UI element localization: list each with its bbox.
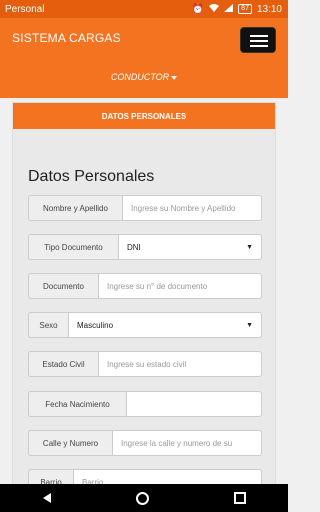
estado-civil-row: Estado Civil Ingrese su estado civil xyxy=(28,351,262,377)
tipo-documento-select[interactable]: DNI ▼ xyxy=(118,234,262,260)
user-role-label: CONDUCTOR xyxy=(110,72,170,82)
carrier-name: Personal xyxy=(5,3,45,15)
dropdown-arrow-icon: ▼ xyxy=(246,243,253,251)
fecha-nacimiento-label: Fecha Nacimiento xyxy=(28,391,126,417)
section-title: Datos Personales xyxy=(28,168,155,185)
signal-icon xyxy=(224,3,234,15)
panel-heading: DATOS PERSONALES xyxy=(13,103,275,129)
system-nav-bar xyxy=(0,484,288,512)
personal-data-panel: DATOS PERSONALES Datos Personales Nombre… xyxy=(12,102,276,502)
brand-title[interactable]: SISTEMA CARGAS xyxy=(12,31,121,45)
sexo-value: Masculino xyxy=(77,320,114,330)
calle-row: Calle y Numero Ingrese la calle y numero… xyxy=(28,430,262,456)
hamburger-line xyxy=(250,45,268,47)
tipo-documento-label: Tipo Documento xyxy=(28,234,118,260)
hamburger-line xyxy=(250,40,268,42)
nombre-row: Nombre y Apellido Ingrese su Nombre y Ap… xyxy=(28,195,262,221)
estado-civil-label: Estado Civil xyxy=(28,351,98,377)
back-icon[interactable] xyxy=(42,493,51,503)
estado-civil-input[interactable]: Ingrese su estado civil xyxy=(98,351,262,377)
nombre-label: Nombre y Apellido xyxy=(28,195,122,221)
documento-row: Documento Ingrese su n° de documento xyxy=(28,273,262,299)
calle-input[interactable]: Ingrese la calle y numero de su xyxy=(112,430,262,456)
dropdown-arrow-icon: ▼ xyxy=(246,321,253,329)
documento-label: Documento xyxy=(28,273,98,299)
wifi-icon xyxy=(209,3,220,15)
battery-icon: 87 xyxy=(238,4,252,14)
fecha-nacimiento-input[interactable] xyxy=(126,391,262,417)
sexo-row: Sexo Masculino ▼ xyxy=(28,312,262,338)
calle-label: Calle y Numero xyxy=(28,430,112,456)
user-role-dropdown[interactable]: CONDUCTOR xyxy=(0,72,288,82)
status-bar: Personal ⏰ 87 13:10 xyxy=(0,0,288,18)
nombre-input[interactable]: Ingrese su Nombre y Apellido xyxy=(122,195,262,221)
documento-input[interactable]: Ingrese su n° de documento xyxy=(98,273,262,299)
recent-apps-icon[interactable] xyxy=(233,492,246,504)
app-header: SISTEMA CARGAS CONDUCTOR xyxy=(0,18,288,98)
caret-down-icon xyxy=(171,75,178,80)
menu-toggle-button[interactable] xyxy=(240,27,276,53)
tipo-documento-value: DNI xyxy=(127,242,141,252)
sexo-label: Sexo xyxy=(28,312,68,338)
tipo-documento-row: Tipo Documento DNI ▼ xyxy=(28,234,262,260)
hamburger-line xyxy=(250,35,268,37)
alarm-icon: ⏰ xyxy=(191,3,205,15)
home-icon[interactable] xyxy=(135,491,149,505)
fecha-nacimiento-row: Fecha Nacimiento xyxy=(28,391,262,417)
clock: 13:10 xyxy=(256,3,282,15)
sexo-select[interactable]: Masculino ▼ xyxy=(68,312,262,338)
